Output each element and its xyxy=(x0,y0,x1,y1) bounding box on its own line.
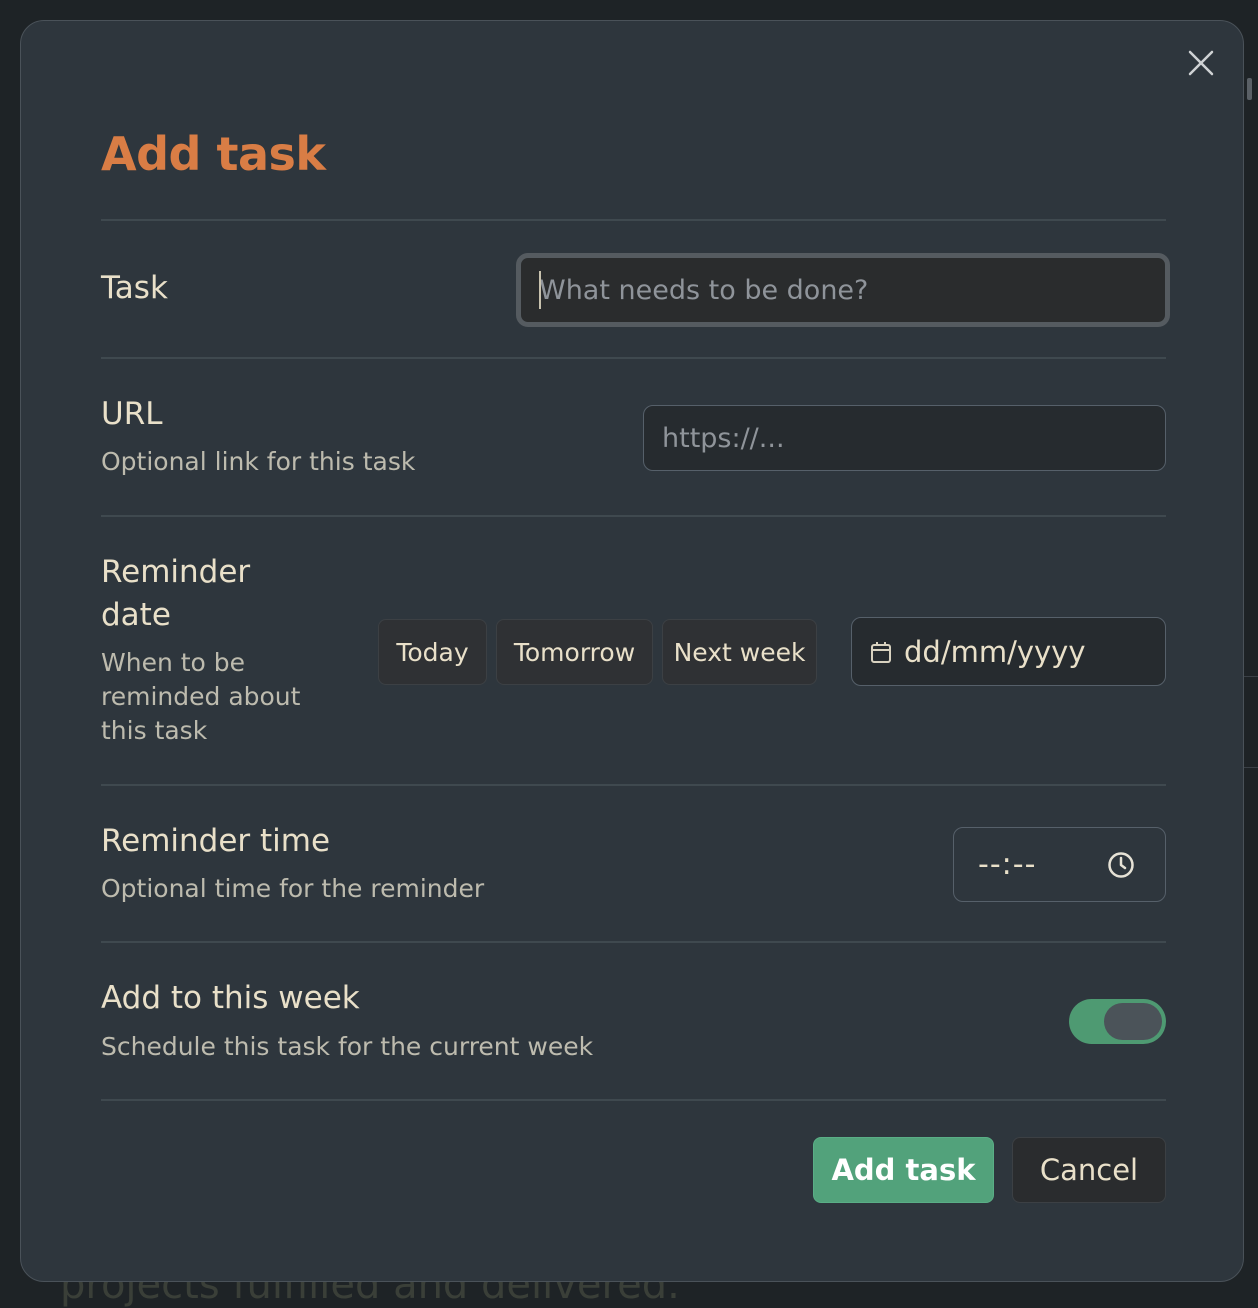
text-caret xyxy=(539,271,541,309)
task-label: Task xyxy=(101,270,168,306)
page-scrollbar-thumb[interactable] xyxy=(1247,78,1252,100)
date-placeholder: dd/mm/yyyy xyxy=(904,634,1086,669)
this-week-label: Add to this week xyxy=(101,980,360,1016)
dialog-title: Add task xyxy=(101,127,326,181)
task-input[interactable] xyxy=(516,253,1170,327)
divider xyxy=(101,357,1166,359)
divider xyxy=(101,515,1166,517)
quick-date-next-week-button[interactable]: Next week xyxy=(662,619,817,685)
cancel-button[interactable]: Cancel xyxy=(1012,1137,1166,1203)
toggle-knob xyxy=(1104,1003,1162,1040)
divider xyxy=(101,784,1166,786)
quick-date-tomorrow-button[interactable]: Tomorrow xyxy=(496,619,653,685)
calendar-icon[interactable] xyxy=(870,640,892,664)
reminder-time-label: Reminder time xyxy=(101,823,331,859)
reminder-date-input[interactable]: dd/mm/yyyy xyxy=(851,617,1166,686)
add-task-button[interactable]: Add task xyxy=(813,1137,994,1203)
reminder-date-description-line1: When to be xyxy=(101,648,246,677)
reminder-date-description-line3: this task xyxy=(101,716,208,745)
close-icon xyxy=(1188,50,1214,76)
quick-date-today-button[interactable]: Today xyxy=(378,619,487,685)
url-input[interactable] xyxy=(643,405,1166,471)
this-week-description: Schedule this task for the current week xyxy=(101,1032,594,1061)
clock-icon[interactable] xyxy=(1107,851,1135,879)
add-task-dialog: Add task Task URL Optional link for this… xyxy=(20,20,1244,1282)
time-placeholder: --:-- xyxy=(978,847,1037,882)
add-to-this-week-toggle[interactable] xyxy=(1069,999,1166,1044)
reminder-time-input[interactable]: --:-- xyxy=(953,827,1166,902)
reminder-date-label-line2: date xyxy=(101,597,171,633)
divider xyxy=(101,219,1166,221)
close-button[interactable] xyxy=(1181,43,1221,83)
reminder-date-label-line1: Reminder xyxy=(101,554,251,590)
url-label: URL xyxy=(101,396,163,432)
reminder-time-description: Optional time for the reminder xyxy=(101,874,485,903)
url-description: Optional link for this task xyxy=(101,447,416,476)
divider xyxy=(101,941,1166,943)
background-panel-edge xyxy=(1244,676,1258,768)
reminder-date-description-line2: reminded about xyxy=(101,682,301,711)
divider xyxy=(101,1099,1166,1101)
